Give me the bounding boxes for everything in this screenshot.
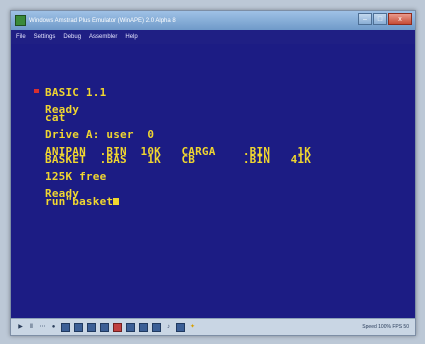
snapshot-icon[interactable]	[152, 322, 161, 332]
chip-icon[interactable]	[113, 322, 122, 332]
emulator-screen[interactable]: BASIC 1.1 Ready cat Drive A: user 0 ANIP…	[11, 44, 415, 320]
window-title: Windows Amstrad Plus Emulator (WinAPE) 2…	[29, 17, 176, 24]
menu-file[interactable]: File	[16, 34, 26, 40]
menu-assembler[interactable]: Assembler	[89, 34, 117, 40]
play-icon[interactable]: ▶	[17, 324, 24, 331]
disk-icon[interactable]	[61, 322, 70, 332]
menu-bar: File Settings Debug Assembler Help	[11, 30, 415, 44]
tape-icon[interactable]	[74, 322, 83, 332]
minimize-button[interactable]: –	[358, 13, 372, 25]
command-cat: cat	[45, 111, 66, 124]
status-bar: ▶ Ⅱ ⋯ ● ♪ ✦ Speed 100% FPS 50	[11, 318, 415, 335]
maximize-button[interactable]: □	[373, 13, 387, 25]
title-bar[interactable]: Windows Amstrad Plus Emulator (WinAPE) 2…	[11, 11, 415, 30]
command-run: run"basket	[45, 195, 114, 208]
save-icon[interactable]	[87, 322, 96, 332]
directory-row-2: BASKET .BAS 1K CB .BIN 41K	[45, 153, 312, 166]
step-icon[interactable]: ⋯	[39, 324, 46, 331]
command-line: run"basket	[45, 195, 120, 208]
drive-info: Drive A: user 0	[45, 128, 155, 141]
basic-header: BASIC 1.1	[45, 86, 107, 99]
image-icon[interactable]	[126, 322, 135, 332]
joystick-icon[interactable]	[176, 322, 185, 332]
window-controls: – □ x	[358, 13, 412, 25]
warning-icon[interactable]: ✦	[189, 324, 196, 331]
red-marker	[34, 89, 39, 93]
close-button[interactable]: x	[388, 13, 412, 25]
floppy-icon[interactable]	[100, 322, 109, 332]
emulator-window: Windows Amstrad Plus Emulator (WinAPE) 2…	[10, 10, 416, 336]
menu-help[interactable]: Help	[125, 34, 137, 40]
menu-debug[interactable]: Debug	[63, 34, 81, 40]
app-icon	[15, 15, 26, 26]
menu-settings[interactable]: Settings	[34, 34, 56, 40]
printer-icon[interactable]	[139, 322, 148, 332]
record-icon[interactable]: ●	[50, 324, 57, 331]
sound-icon[interactable]: ♪	[165, 324, 172, 331]
speed-readout: Speed 100% FPS 50	[362, 324, 409, 330]
free-space: 125K free	[45, 170, 107, 183]
text-cursor	[113, 198, 120, 205]
pause-icon[interactable]: Ⅱ	[28, 324, 35, 331]
